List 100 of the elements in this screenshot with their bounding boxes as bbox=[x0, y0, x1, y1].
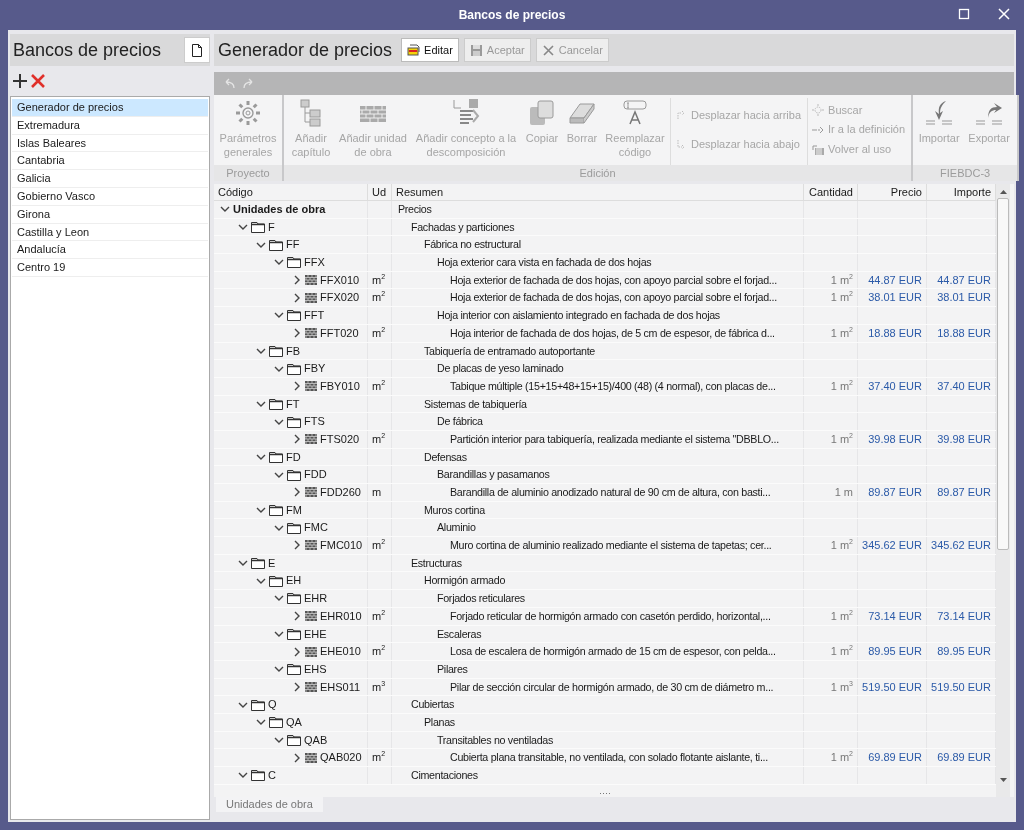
list-item[interactable]: Gobierno Vasco bbox=[12, 188, 208, 206]
scroll-up-icon[interactable] bbox=[999, 189, 1007, 195]
table-cell-text: EH bbox=[286, 573, 302, 589]
toolbar-button[interactable]: Editar bbox=[401, 38, 459, 62]
folder-icon bbox=[287, 663, 301, 676]
folder-icon bbox=[269, 397, 283, 410]
table-cell: 1 m$^{2}$ bbox=[804, 749, 858, 766]
expand-icon[interactable] bbox=[292, 275, 302, 286]
table-cell: 1 m$^{3}$ bbox=[804, 678, 858, 696]
new-button[interactable] bbox=[184, 37, 210, 63]
table-cell: 1 m$^{2}$ bbox=[804, 643, 858, 660]
table-cell: Losa de escalera de hormigón armado de 15 cm de espesor, con pelda... bbox=[392, 643, 804, 660]
column-header[interactable]: Código bbox=[214, 184, 368, 200]
folder-icon bbox=[269, 716, 283, 729]
table-cell: Hoja interior con aislamiento integrado en fachada de dos hojas bbox=[392, 307, 804, 324]
list-item[interactable]: Generador de precios bbox=[12, 99, 208, 117]
brick-wall-icon bbox=[305, 292, 317, 303]
expand-icon[interactable] bbox=[292, 434, 302, 445]
table-cell: Barandilla de aluminio anodizado natural de 90 cm de altura, con basti... bbox=[392, 484, 804, 501]
table-cell-text: QAB020 bbox=[320, 750, 362, 766]
table-cell: m$^{2}$ bbox=[368, 289, 392, 307]
table-cell-text: FTS020 bbox=[320, 431, 360, 447]
expand-icon[interactable] bbox=[292, 752, 302, 763]
table-cell: 69.89 EUR bbox=[858, 749, 927, 766]
panel-title: Bancos de precios bbox=[13, 39, 162, 61]
column-header[interactable]: Ud bbox=[368, 184, 392, 200]
table-cell-text: FD bbox=[286, 449, 301, 465]
table-cell: Aluminio bbox=[392, 519, 804, 537]
table-cell: Cubiertas bbox=[392, 696, 804, 713]
brick-wall-icon bbox=[305, 646, 317, 657]
scrollbar[interactable] bbox=[996, 184, 1010, 797]
import-icon bbox=[924, 98, 955, 128]
column-header[interactable]: Precio bbox=[858, 184, 927, 200]
expand-icon[interactable] bbox=[292, 381, 302, 392]
expand-icon[interactable] bbox=[292, 292, 302, 303]
close-icon[interactable] bbox=[998, 8, 1010, 20]
table-cell: Cubierta plana transitable, no ventilada, con solado flotante aislante, ti... bbox=[392, 749, 804, 766]
folder-icon bbox=[251, 221, 265, 234]
search-icon bbox=[812, 103, 825, 116]
table-cell: 1 m$^{2}$ bbox=[804, 607, 858, 625]
table-cell: 73.14 EUR bbox=[858, 607, 927, 625]
table-cell-text: FFX010 bbox=[320, 272, 360, 288]
save-icon bbox=[469, 43, 483, 57]
table-cell-text: QA bbox=[286, 714, 302, 730]
table-cell: Barandillas y pasamanos bbox=[392, 466, 804, 483]
list-item[interactable]: Extremadura bbox=[12, 116, 208, 135]
folder-icon bbox=[251, 769, 265, 782]
tab[interactable]: Unidades de obra bbox=[216, 797, 323, 812]
table-cell-text: FBY010 bbox=[320, 378, 360, 394]
folder-icon bbox=[269, 238, 283, 251]
list-item[interactable]: Centro 19 bbox=[12, 259, 208, 277]
list-item[interactable]: Girona bbox=[12, 205, 208, 224]
list-item[interactable]: Castilla y Leon bbox=[12, 223, 208, 242]
expand-icon[interactable] bbox=[292, 681, 302, 692]
table-cell-text: FFX bbox=[304, 255, 325, 271]
table-cell: Muros cortina bbox=[392, 501, 804, 519]
maximize-icon[interactable] bbox=[958, 8, 970, 20]
table-cell: 1 m bbox=[804, 484, 858, 501]
table-cell-text: E bbox=[268, 555, 276, 571]
table-cell-text: FT bbox=[286, 396, 300, 412]
table-cell: m$^{2}$ bbox=[368, 377, 392, 395]
column-header[interactable]: Resumen bbox=[392, 184, 804, 200]
list-item[interactable]: Cantabria bbox=[12, 152, 208, 171]
scroll-down-icon[interactable] bbox=[999, 777, 1007, 783]
expand-icon[interactable] bbox=[292, 328, 302, 339]
table-cell: m$^{2}$ bbox=[368, 749, 392, 766]
edit-icon bbox=[407, 43, 421, 57]
table-cell: m$^{2}$ bbox=[368, 607, 392, 625]
column-header[interactable]: Cantidad bbox=[804, 184, 858, 200]
table-cell: Pilar de sección circular de hormigón armado, de 30 cm de diámetro m... bbox=[392, 678, 804, 696]
add-icon[interactable] bbox=[13, 74, 27, 88]
delete-icon[interactable] bbox=[31, 74, 45, 88]
table-cell: m$^{2}$ bbox=[368, 271, 392, 289]
list-item[interactable]: Islas Baleares bbox=[12, 134, 208, 153]
table-cell: Hoja interior de fachada de dos hojas, de 5 cm de espesor, de fábrica d... bbox=[392, 324, 804, 342]
table-cell-text: FM bbox=[286, 502, 302, 518]
folder-icon bbox=[269, 450, 283, 463]
folder-icon bbox=[287, 309, 301, 322]
folder-icon bbox=[287, 592, 301, 605]
table-cell: Transitables no ventiladas bbox=[392, 731, 804, 749]
expand-icon[interactable] bbox=[292, 487, 302, 498]
table-cell: m bbox=[368, 484, 392, 501]
table-cell-text: EHS bbox=[304, 661, 327, 677]
gear-icon bbox=[233, 98, 263, 128]
resize-grip-icon[interactable] bbox=[599, 791, 611, 795]
expand-icon[interactable] bbox=[292, 646, 302, 657]
expand-icon[interactable] bbox=[292, 611, 302, 622]
table-cell: 1 m$^{2}$ bbox=[804, 289, 858, 307]
table-cell: Tabique múltiple (15+15+48+15+15)/400 (48) (4 normal), con placas de... bbox=[392, 377, 804, 395]
group-label: FIEBDC-3 bbox=[913, 165, 1018, 181]
folder-icon bbox=[287, 362, 301, 375]
table-cell: 1 m$^{2}$ bbox=[804, 537, 858, 554]
brick-wall-icon bbox=[305, 540, 317, 551]
table-cell: 37.40 EUR bbox=[858, 377, 927, 395]
list-item[interactable]: Galicia bbox=[12, 170, 208, 188]
table-cell-text: FDD260 bbox=[320, 485, 361, 500]
list-item[interactable]: Andalucía bbox=[12, 241, 208, 260]
expand-icon[interactable] bbox=[292, 540, 302, 551]
brick-wall-icon bbox=[305, 434, 317, 445]
folder-icon bbox=[287, 415, 301, 428]
